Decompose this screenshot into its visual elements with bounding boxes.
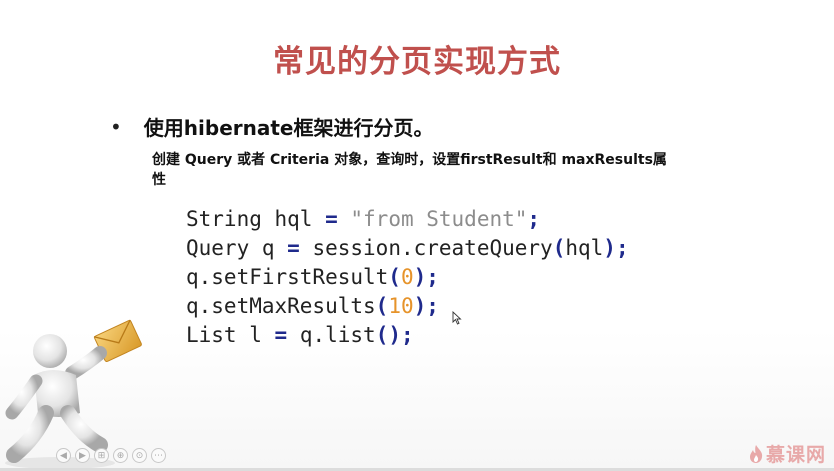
code-token: q.setFirstResult: [186, 265, 389, 289]
code-token: hql: [565, 236, 604, 260]
code-token: (): [375, 323, 401, 347]
code-token: session.createQuery: [299, 236, 553, 260]
next-slide-icon[interactable]: ▶: [75, 448, 90, 463]
code-line-3: q.setFirstResult(0);: [186, 263, 629, 292]
previous-slide-icon[interactable]: ◀: [56, 448, 71, 463]
slide-player-controls: ◀ ▶ ⊞ ⊕ ⊙ ⋯: [56, 448, 166, 463]
code-token: ): [413, 294, 427, 318]
code-token: =: [325, 207, 338, 231]
slide: 常见的分页实现方式 • 使用hibernate框架进行分页。 创建 Query …: [0, 0, 834, 471]
code-line-5: List l = q.list();: [186, 321, 629, 350]
code-token: ;: [615, 236, 629, 260]
person-holding-envelope-icon: [5, 319, 142, 469]
code-token: q.setMaxResults: [186, 294, 376, 318]
code-number: 10: [388, 294, 414, 318]
code-token: List l: [186, 323, 275, 347]
code-token: Query q: [186, 236, 288, 260]
bullet-text: 使用hibernate框架进行分页。: [143, 116, 434, 140]
pen-icon[interactable]: ⊕: [113, 448, 128, 463]
code-token: ;: [527, 207, 541, 231]
code-token: =: [274, 323, 288, 347]
zoom-icon[interactable]: ⊙: [132, 448, 147, 463]
imooc-logo: 慕课网: [748, 440, 826, 467]
code-line-2: Query q = session.createQuery(hql);: [186, 234, 629, 263]
code-token: q.list: [287, 323, 376, 347]
mouse-cursor-icon: [452, 311, 462, 325]
slide-title: 常见的分页实现方式: [273, 44, 561, 80]
code-token: ;: [426, 265, 439, 289]
slide-menu-icon[interactable]: ⊞: [94, 448, 109, 463]
code-token: (: [375, 294, 389, 318]
code-string: "from Student": [350, 207, 528, 231]
logo-text: 慕课网: [765, 444, 826, 466]
code-token: (: [388, 265, 401, 289]
code-token: ): [413, 265, 427, 289]
code-token: (: [552, 236, 566, 260]
code-token: =: [287, 236, 300, 260]
bullet-subtext: 创建 Query 或者 Criteria 对象，查询时，设置firstResul…: [152, 152, 667, 188]
flame-logo-icon: [749, 444, 763, 463]
code-line-1: String hql = "from Student";: [186, 205, 629, 234]
code-block: String hql = "from Student"; Query q = s…: [186, 205, 629, 350]
bullet-dot: •: [110, 114, 122, 139]
more-options-icon[interactable]: ⋯: [151, 448, 166, 463]
bullet-item: • 使用hibernate框架进行分页。: [110, 112, 434, 141]
code-token: String hql: [186, 207, 326, 231]
code-token: ;: [400, 323, 414, 347]
code-number: 0: [400, 265, 414, 289]
code-token: ;: [426, 294, 439, 318]
code-line-4: q.setMaxResults(10);: [186, 292, 629, 321]
code-token: ): [603, 236, 616, 260]
